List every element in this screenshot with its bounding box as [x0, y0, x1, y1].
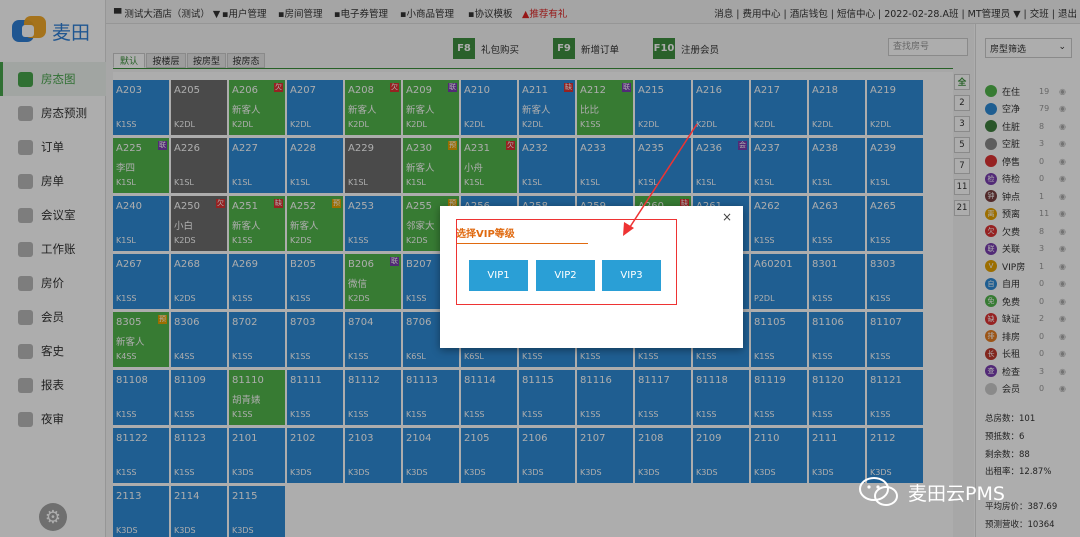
watermark: 麦田云PMS [858, 476, 1005, 508]
watermark-text: 麦田云PMS [908, 482, 1005, 505]
wechat-icon [859, 477, 898, 506]
annotation-arrow-icon [623, 123, 698, 236]
